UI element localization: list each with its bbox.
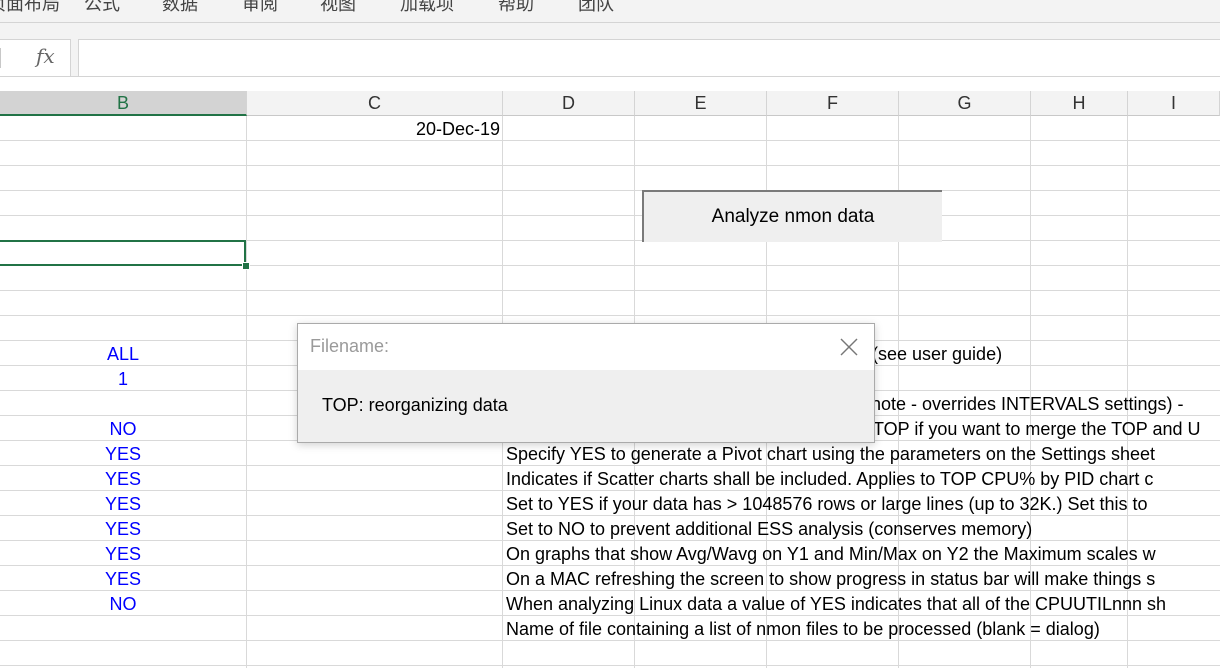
column-header-h[interactable]: H <box>1031 91 1128 116</box>
cell-d-text[interactable]: Specify YES to generate a Pivot chart us… <box>506 442 1155 467</box>
grid-row-line <box>0 665 1220 666</box>
cell-b-value[interactable]: NO <box>0 592 246 617</box>
ribbon-tab-strip: 页面布局 公式 数据 审阅 视图 加载项 帮助 团队 <box>0 0 1220 23</box>
cell-d-text[interactable]: On a MAC refreshing the screen to show p… <box>506 567 1155 592</box>
cell-b-value[interactable]: YES <box>0 567 246 592</box>
grid-column-line <box>246 116 247 668</box>
cell-b-value[interactable]: YES <box>0 442 246 467</box>
grid-row-line <box>0 290 1220 291</box>
tab-page-layout[interactable]: 页面布局 <box>0 0 60 16</box>
cell-b-value[interactable]: 1 <box>0 367 246 392</box>
tab-formulas[interactable]: 公式 <box>84 0 120 16</box>
cell-b-value[interactable]: YES <box>0 492 246 517</box>
insert-function-box[interactable]: fx <box>0 39 71 77</box>
column-header-d[interactable]: D <box>503 91 635 116</box>
dialog-title: Filename: <box>310 336 390 356</box>
cell-b-value[interactable]: NO <box>0 417 246 442</box>
cell-d-text[interactable]: Indicates if Scatter charts shall be inc… <box>506 467 1153 492</box>
column-header-b[interactable]: B <box>0 91 247 116</box>
cell-b-value[interactable]: YES <box>0 542 246 567</box>
cell-d-text[interactable]: note - overrides INTERVALS settings) - <box>871 392 1183 417</box>
formula-input[interactable] <box>78 39 1220 77</box>
cell-b-value[interactable]: YES <box>0 517 246 542</box>
cell-d-text[interactable]: On graphs that show Avg/Wavg on Y1 and M… <box>506 542 1156 567</box>
formula-bar-area: fx <box>0 23 1220 77</box>
close-icon[interactable] <box>838 336 860 358</box>
grid-row-line <box>0 190 1220 191</box>
tab-review[interactable]: 审阅 <box>242 0 278 16</box>
formula-separator <box>0 48 1 68</box>
tab-view[interactable]: 视图 <box>320 0 356 16</box>
active-cell-selection[interactable] <box>0 240 246 266</box>
column-header-e[interactable]: E <box>635 91 767 116</box>
tab-team[interactable]: 团队 <box>578 0 614 16</box>
column-header-c[interactable]: C <box>247 91 503 116</box>
grid-row-line <box>0 215 1220 216</box>
tab-data[interactable]: 数据 <box>162 0 198 16</box>
cell-d-text[interactable]: Name of file containing a list of nmon f… <box>506 617 1100 642</box>
cell-b-value[interactable]: YES <box>0 467 246 492</box>
cell-d-text[interactable]: When analyzing Linux data a value of YES… <box>506 592 1166 617</box>
cell-d-text[interactable]: s (see user guide) <box>858 342 1002 367</box>
column-header-i[interactable]: I <box>1128 91 1220 116</box>
analyze-nmon-button[interactable]: Analyze nmon data <box>642 190 942 242</box>
tab-addins[interactable]: 加载项 <box>400 0 454 16</box>
filename-dialog: Filename: TOP: reorganizing data <box>297 323 875 443</box>
dialog-message: TOP: reorganizing data <box>322 395 508 415</box>
column-header-g[interactable]: G <box>899 91 1031 116</box>
cell-c-date[interactable]: 20-Dec-19 <box>247 117 500 142</box>
fill-handle[interactable] <box>242 262 250 270</box>
cell-d-text[interactable]: Set to NO to prevent additional ESS anal… <box>506 517 1032 542</box>
column-header-f[interactable]: F <box>767 91 899 116</box>
tab-help[interactable]: 帮助 <box>498 0 534 16</box>
grid-row-line <box>0 165 1220 166</box>
cell-d-text[interactable]: TOP if you want to merge the TOP and U <box>873 417 1201 442</box>
grid-row-line <box>0 140 1220 141</box>
cell-d-text[interactable]: Set to YES if your data has > 1048576 ro… <box>506 492 1148 517</box>
insert-function-icon[interactable]: fx <box>36 44 55 68</box>
cell-b-value[interactable]: ALL <box>0 342 246 367</box>
grid-row-line <box>0 315 1220 316</box>
dialog-titlebar[interactable]: Filename: <box>298 324 874 370</box>
